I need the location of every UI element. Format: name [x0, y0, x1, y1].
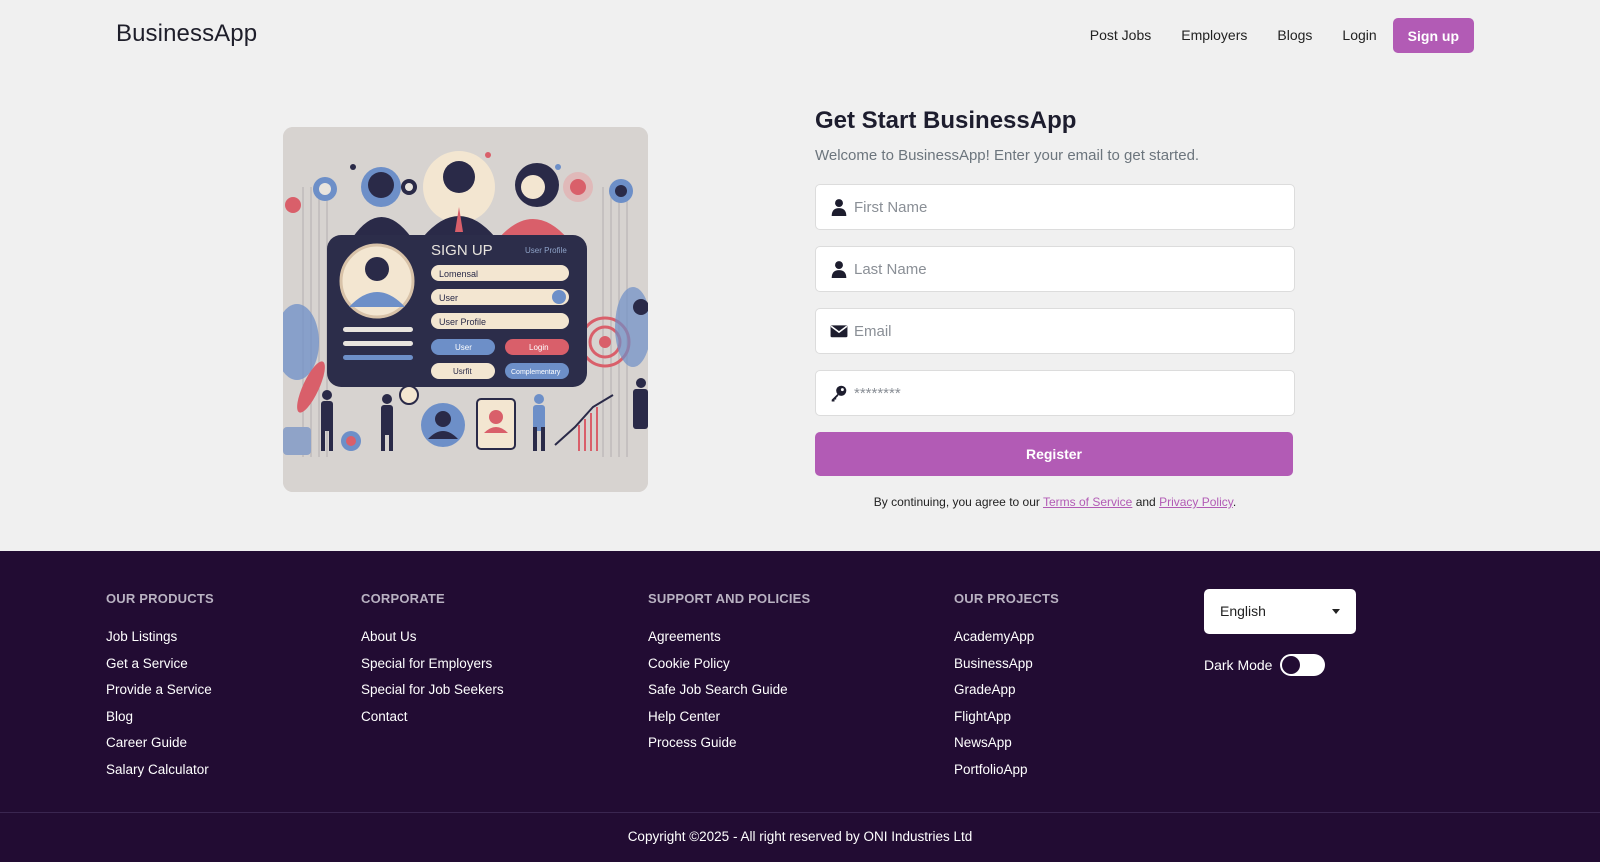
footer-link-academyapp[interactable]: AcademyApp [954, 624, 1059, 651]
form-subtitle: Welcome to BusinessApp! Enter your email… [815, 147, 1200, 164]
footer-link-contact[interactable]: Contact [361, 704, 504, 731]
user-icon [831, 261, 847, 278]
email-field [815, 308, 1295, 354]
signup-illustration: SIGN UP User Profile Lomensal User User … [283, 127, 648, 492]
terms-suffix: . [1232, 495, 1237, 509]
form-title: Get Start BusinessApp [815, 107, 1077, 134]
footer-link-flightapp[interactable]: FlightApp [954, 704, 1059, 731]
last-name-input[interactable] [854, 247, 1284, 291]
register-button[interactable]: Register [815, 432, 1293, 476]
dark-mode-toggle[interactable] [1280, 654, 1326, 676]
footer-link-help-center[interactable]: Help Center [648, 704, 810, 731]
terms-of-service-link[interactable]: Terms of Service [1043, 495, 1132, 509]
user-icon [831, 199, 847, 216]
footer-column-title: OUR PRODUCTS [106, 591, 214, 606]
last-name-field [815, 246, 1295, 292]
footer-link-agreements[interactable]: Agreements [648, 624, 810, 651]
footer-column-products: OUR PRODUCTS Job Listings Get a Service … [106, 591, 214, 783]
footer-link-career-guide[interactable]: Career Guide [106, 730, 214, 757]
footer-link-salary-calculator[interactable]: Salary Calculator [106, 757, 214, 784]
copyright-text: Copyright ©2025 - All right reserved by … [627, 829, 973, 844]
footer-link-special-for-employers[interactable]: Special for Employers [361, 651, 504, 678]
language-select[interactable]: English [1204, 589, 1356, 634]
footer-column-title: OUR PROJECTS [954, 591, 1059, 606]
illustration-svg: SIGN UP User Profile Lomensal User User … [283, 127, 648, 492]
illustration-btn-login: Login [529, 343, 549, 352]
site-footer: OUR PRODUCTS Job Listings Get a Service … [0, 551, 1600, 862]
illustration-field-2: User [439, 293, 458, 303]
signup-button[interactable]: Sign up [1392, 17, 1474, 53]
footer-link-safe-job-search-guide[interactable]: Safe Job Search Guide [648, 677, 810, 704]
footer-column-title: CORPORATE [361, 591, 445, 606]
footer-link-businessapp[interactable]: BusinessApp [954, 651, 1059, 678]
nav-post-jobs[interactable]: Post Jobs [1090, 17, 1151, 53]
footer-column-projects: OUR PROJECTS AcademyApp BusinessApp Grad… [954, 591, 1059, 783]
password-field [815, 370, 1295, 416]
terms-prefix: By continuing, you agree to our [873, 495, 1040, 509]
footer-link-blog[interactable]: Blog [106, 704, 214, 731]
footer-column-support: SUPPORT AND POLICIES Agreements Cookie P… [648, 591, 810, 757]
envelope-icon [830, 325, 848, 338]
footer-column-corporate: CORPORATE About Us Special for Employers… [361, 591, 504, 730]
brand-logo[interactable]: BusinessApp [116, 20, 257, 48]
email-input[interactable] [854, 309, 1284, 353]
illustration-title: SIGN UP [431, 242, 493, 259]
footer-link-gradeapp[interactable]: GradeApp [954, 677, 1059, 704]
first-name-input[interactable] [854, 185, 1284, 229]
illustration-btn-complementary: Complementary [511, 369, 561, 376]
nav-employers[interactable]: Employers [1181, 17, 1247, 53]
key-icon [831, 385, 847, 402]
illustration-field-1: Lomensal [439, 269, 478, 279]
main-nav: Post Jobs Employers Blogs Login Sign up [1090, 17, 1474, 53]
top-navbar: BusinessApp Post Jobs Employers Blogs Lo… [0, 0, 1600, 70]
footer-link-portfolioapp[interactable]: PortfolioApp [954, 757, 1059, 784]
illustration-btn-user: User [455, 343, 472, 352]
illustration-btn-userfit: Usrfit [453, 367, 472, 376]
footer-link-provide-a-service[interactable]: Provide a Service [106, 677, 214, 704]
toggle-knob [1282, 656, 1301, 674]
footer-link-special-for-job-seekers[interactable]: Special for Job Seekers [361, 677, 504, 704]
footer-link-process-guide[interactable]: Process Guide [648, 730, 810, 757]
registration-form: Get Start BusinessApp Welcome to Busines… [815, 107, 1295, 509]
nav-blogs[interactable]: Blogs [1277, 17, 1312, 53]
dark-mode-control: Dark Mode [1204, 654, 1326, 676]
illustration-subtitle: User Profile [525, 246, 567, 255]
terms-notice: By continuing, you agree to our Terms of… [815, 495, 1295, 509]
footer-link-cookie-policy[interactable]: Cookie Policy [648, 651, 810, 678]
password-input[interactable] [854, 371, 1284, 415]
footer-divider [0, 812, 1600, 813]
caret-down-icon [1332, 609, 1340, 614]
footer-link-job-listings[interactable]: Job Listings [106, 624, 214, 651]
footer-link-newsapp[interactable]: NewsApp [954, 730, 1059, 757]
illustration-field-3: User Profile [439, 317, 486, 327]
terms-and: and [1135, 495, 1156, 509]
language-select-value: English [1220, 603, 1266, 619]
footer-column-title: SUPPORT AND POLICIES [648, 591, 811, 606]
nav-login[interactable]: Login [1342, 17, 1376, 53]
privacy-policy-link[interactable]: Privacy Policy [1159, 495, 1233, 509]
footer-link-about-us[interactable]: About Us [361, 624, 504, 651]
dark-mode-label: Dark Mode [1204, 657, 1273, 673]
footer-link-get-a-service[interactable]: Get a Service [106, 651, 214, 678]
first-name-field [815, 184, 1295, 230]
